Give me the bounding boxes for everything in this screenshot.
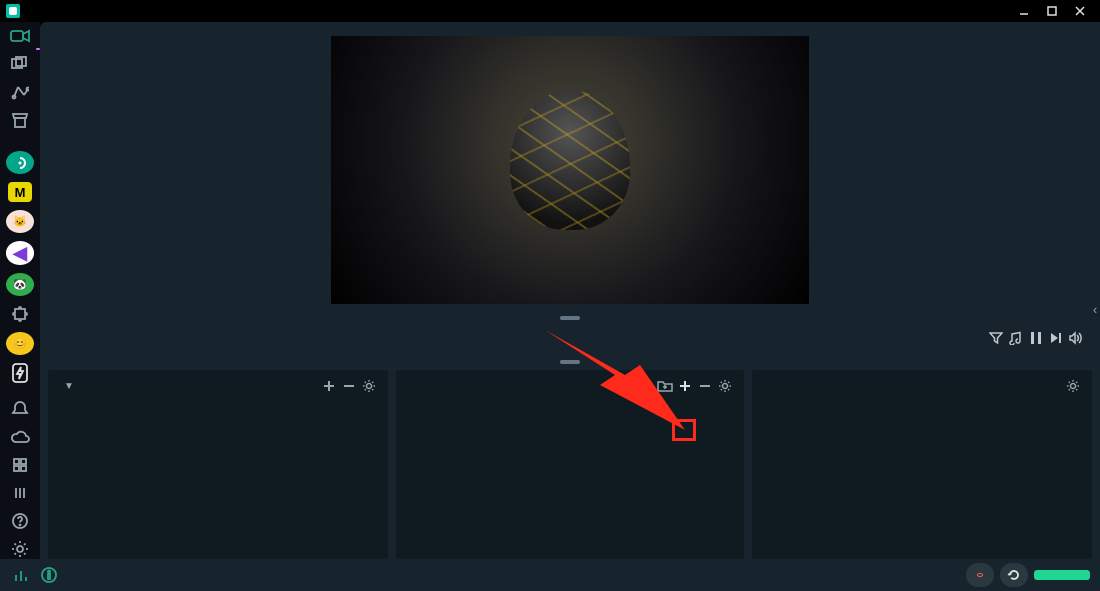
preview-graphic (510, 90, 630, 230)
footer-bar (0, 559, 1100, 591)
sources-panel (396, 370, 744, 559)
cloud-icon[interactable] (8, 427, 32, 447)
app-avatar-1[interactable]: 🐱 (6, 210, 34, 233)
expand-right-icon[interactable]: ‹ (1090, 302, 1100, 316)
editor-tab[interactable] (8, 26, 32, 46)
help-icon[interactable] (8, 511, 32, 531)
app-flash[interactable] (8, 363, 32, 383)
left-sidebar: M 🐱 ◀ 🐼 😊 (0, 22, 40, 559)
pause-icon[interactable] (1026, 328, 1046, 348)
app-k[interactable]: ◀ (6, 241, 34, 264)
maximize-button[interactable] (1038, 0, 1066, 22)
preview-area[interactable] (40, 22, 1100, 314)
info-icon[interactable] (38, 563, 60, 587)
titlebar (0, 0, 1100, 22)
filter-icon[interactable] (986, 328, 1006, 348)
close-button[interactable] (1066, 0, 1094, 22)
stats-icon[interactable] (10, 563, 32, 587)
studio-mode-icon[interactable] (636, 377, 654, 395)
remove-scene-button[interactable] (340, 377, 358, 395)
app-puzzle[interactable] (8, 304, 32, 324)
app-m[interactable]: M (8, 182, 32, 202)
go-live-button[interactable] (1034, 570, 1090, 580)
add-folder-button[interactable] (656, 377, 674, 395)
add-scene-button[interactable] (320, 377, 338, 395)
mini-feed-panel (40, 322, 1100, 358)
settings-icon[interactable] (8, 539, 32, 559)
store-tab[interactable] (8, 110, 32, 130)
remove-source-button[interactable] (696, 377, 714, 395)
resize-handle-1[interactable] (560, 316, 580, 320)
skip-icon[interactable] (1046, 328, 1066, 348)
app-yellow[interactable]: 😊 (6, 332, 34, 355)
app-icon (6, 4, 20, 18)
minimize-button[interactable] (1010, 0, 1038, 22)
music-icon[interactable] (1006, 328, 1026, 348)
scenes-panel: ▼ (48, 370, 388, 559)
volume-icon[interactable] (1066, 328, 1086, 348)
mixer-panel (752, 370, 1092, 559)
chevron-down-icon: ▼ (64, 381, 74, 392)
notifications-icon[interactable] (8, 399, 32, 419)
resize-handle-2[interactable] (560, 360, 580, 364)
mixer-settings-button[interactable] (1064, 377, 1082, 395)
add-source-button[interactable] (676, 377, 694, 395)
replay-buffer-button[interactable] (1000, 563, 1028, 587)
scene-settings-button[interactable] (360, 377, 378, 395)
layouts-tab[interactable] (8, 54, 32, 74)
app-streamlabs[interactable] (6, 151, 34, 174)
app-green[interactable]: 🐼 (6, 273, 34, 296)
source-settings-button[interactable] (716, 377, 734, 395)
record-button[interactable] (966, 563, 994, 587)
layout-columns-icon[interactable] (8, 483, 32, 503)
apps-grid-icon[interactable] (8, 455, 32, 475)
dashboard-tab[interactable] (8, 82, 32, 102)
scenes-collection-dropdown[interactable]: ▼ (58, 381, 74, 392)
